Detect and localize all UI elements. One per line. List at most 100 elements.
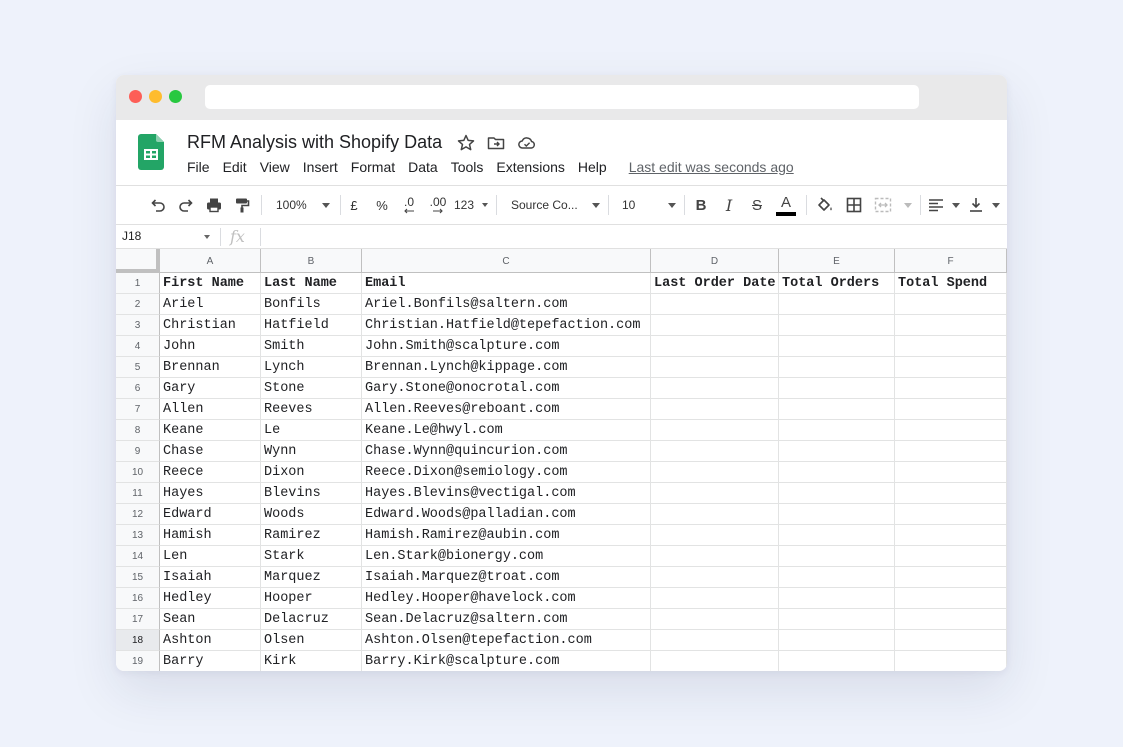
row-header[interactable]: 14 (116, 546, 160, 567)
cell-email[interactable]: Hayes.Blevins@vectigal.com (362, 483, 651, 504)
cloud-saved-icon[interactable] (517, 133, 537, 153)
last-edit-link[interactable]: Last edit was seconds ago (629, 159, 794, 175)
cell-total-orders[interactable] (779, 399, 895, 420)
column-header-c[interactable]: C (362, 249, 651, 273)
row-header[interactable]: 9 (116, 441, 160, 462)
header-cell-last-order-date[interactable]: Last Order Date (651, 273, 779, 294)
cell-total-spend[interactable] (895, 315, 1007, 336)
cell-last-order-date[interactable] (651, 462, 779, 483)
select-all-corner[interactable] (116, 249, 160, 273)
column-header-a[interactable]: A (160, 249, 261, 273)
header-cell-email[interactable]: Email (362, 273, 651, 294)
cell-last-order-date[interactable] (651, 336, 779, 357)
cell-first-name[interactable]: John (160, 336, 261, 357)
cell-last-name[interactable]: Kirk (261, 651, 362, 671)
row-header[interactable]: 19 (116, 651, 160, 671)
close-window-button[interactable] (129, 90, 142, 103)
cell-first-name[interactable]: Ashton (160, 630, 261, 651)
menu-file[interactable]: File (187, 159, 210, 175)
cell-total-spend[interactable] (895, 462, 1007, 483)
move-to-folder-icon[interactable] (486, 133, 506, 153)
cell-total-orders[interactable] (779, 357, 895, 378)
cell-total-orders[interactable] (779, 504, 895, 525)
cell-total-orders[interactable] (779, 525, 895, 546)
cell-last-name[interactable]: Stark (261, 546, 362, 567)
italic-button[interactable]: I (720, 186, 738, 224)
vertical-align-button[interactable] (968, 186, 1000, 224)
menu-view[interactable]: View (260, 159, 290, 175)
cell-first-name[interactable]: Brennan (160, 357, 261, 378)
cell-last-name[interactable]: Lynch (261, 357, 362, 378)
cell-email[interactable]: Hedley.Hooper@havelock.com (362, 588, 651, 609)
cell-email[interactable]: Allen.Reeves@reboant.com (362, 399, 651, 420)
cell-last-name[interactable]: Ramirez (261, 525, 362, 546)
cell-total-spend[interactable] (895, 504, 1007, 525)
cell-total-orders[interactable] (779, 441, 895, 462)
chevron-down-icon[interactable] (204, 235, 210, 239)
row-header[interactable]: 5 (116, 357, 160, 378)
cell-first-name[interactable]: Edward (160, 504, 261, 525)
cell-email[interactable]: Ariel.Bonfils@saltern.com (362, 294, 651, 315)
cell-email[interactable]: Ashton.Olsen@tepefaction.com (362, 630, 651, 651)
cell-total-orders[interactable] (779, 588, 895, 609)
row-header[interactable]: 12 (116, 504, 160, 525)
menu-tools[interactable]: Tools (451, 159, 484, 175)
merge-cells-button[interactable] (874, 186, 912, 224)
menu-extensions[interactable]: Extensions (496, 159, 564, 175)
row-header[interactable]: 16 (116, 588, 160, 609)
star-icon[interactable] (456, 133, 476, 153)
cell-email[interactable]: Reece.Dixon@semiology.com (362, 462, 651, 483)
cell-email[interactable]: Edward.Woods@palladian.com (362, 504, 651, 525)
cell-total-orders[interactable] (779, 609, 895, 630)
increase-decimal-button[interactable]: .00 (426, 186, 450, 224)
cell-total-spend[interactable] (895, 336, 1007, 357)
cell-last-order-date[interactable] (651, 294, 779, 315)
row-header[interactable]: 4 (116, 336, 160, 357)
bold-button[interactable]: B (692, 186, 710, 224)
paint-format-icon[interactable] (232, 186, 252, 224)
row-header[interactable]: 18 (116, 630, 160, 651)
column-header-d[interactable]: D (651, 249, 779, 273)
cell-first-name[interactable]: Reece (160, 462, 261, 483)
cell-last-name[interactable]: Hatfield (261, 315, 362, 336)
cell-email[interactable]: Gary.Stone@onocrotal.com (362, 378, 651, 399)
header-cell-first-name[interactable]: First Name (160, 273, 261, 294)
cell-last-name[interactable]: Le (261, 420, 362, 441)
print-icon[interactable] (204, 186, 224, 224)
cell-total-orders[interactable] (779, 630, 895, 651)
header-cell-last-name[interactable]: Last Name (261, 273, 362, 294)
cell-first-name[interactable]: Hamish (160, 525, 261, 546)
menu-edit[interactable]: Edit (223, 159, 247, 175)
row-header[interactable]: 10 (116, 462, 160, 483)
cell-email[interactable]: Sean.Delacruz@saltern.com (362, 609, 651, 630)
cell-total-orders[interactable] (779, 546, 895, 567)
undo-icon[interactable] (148, 186, 168, 224)
maximize-window-button[interactable] (169, 90, 182, 103)
cell-total-spend[interactable] (895, 546, 1007, 567)
row-header[interactable]: 17 (116, 609, 160, 630)
font-family-select[interactable]: Source Co... (508, 186, 600, 224)
cell-last-name[interactable]: Dixon (261, 462, 362, 483)
cell-last-order-date[interactable] (651, 588, 779, 609)
more-formats-button[interactable]: 123 (454, 186, 488, 224)
redo-icon[interactable] (176, 186, 196, 224)
row-header[interactable]: 13 (116, 525, 160, 546)
row-header[interactable]: 11 (116, 483, 160, 504)
cell-total-spend[interactable] (895, 651, 1007, 671)
borders-icon[interactable] (844, 186, 864, 224)
font-size-select[interactable]: 10 (622, 186, 676, 224)
cell-total-orders[interactable] (779, 294, 895, 315)
column-header-f[interactable]: F (895, 249, 1007, 273)
cell-last-order-date[interactable] (651, 630, 779, 651)
cell-last-name[interactable]: Olsen (261, 630, 362, 651)
row-header[interactable]: 8 (116, 420, 160, 441)
cell-last-order-date[interactable] (651, 420, 779, 441)
cell-last-name[interactable]: Marquez (261, 567, 362, 588)
strikethrough-button[interactable]: S (748, 186, 766, 224)
cell-email[interactable]: Chase.Wynn@quincurion.com (362, 441, 651, 462)
cell-first-name[interactable]: Allen (160, 399, 261, 420)
cell-last-name[interactable]: Wynn (261, 441, 362, 462)
cell-last-name[interactable]: Hooper (261, 588, 362, 609)
cell-total-orders[interactable] (779, 378, 895, 399)
cell-first-name[interactable]: Keane (160, 420, 261, 441)
